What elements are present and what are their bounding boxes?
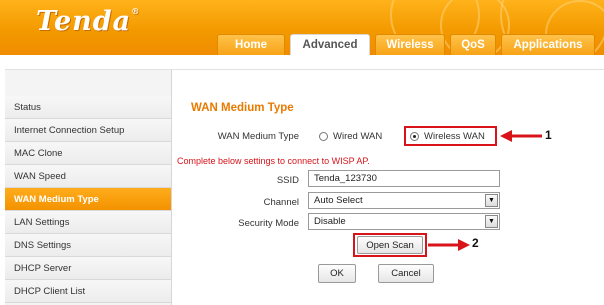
wireless-wan-radio[interactable] xyxy=(410,132,419,141)
cancel-button[interactable]: Cancel xyxy=(378,264,434,283)
callout-arrow-2 xyxy=(428,239,470,251)
channel-select-value: Auto Select xyxy=(314,195,363,206)
tab-qos[interactable]: QoS xyxy=(450,34,496,55)
callout-number-1: 1 xyxy=(545,128,552,142)
wired-wan-radio[interactable] xyxy=(319,132,328,141)
sidebar-item-dhcp-client-list[interactable]: DHCP Client List xyxy=(5,280,171,303)
main-nav-tabs: Home Advanced Wireless QoS Applications xyxy=(217,34,600,55)
sidebar-item-internet-connection-setup[interactable]: Internet Connection Setup xyxy=(5,119,171,142)
security-mode-label: Security Mode xyxy=(238,218,299,229)
security-mode-select[interactable]: Disable ▼ xyxy=(308,213,500,230)
tab-home[interactable]: Home xyxy=(217,34,285,55)
header-spacer xyxy=(0,55,604,69)
callout-number-2: 2 xyxy=(472,236,479,250)
wireless-wan-label: Wireless WAN xyxy=(424,131,485,142)
wan-medium-type-label: WAN Medium Type xyxy=(217,131,299,142)
router-admin-page: Tenda® Home Advanced Wireless QoS Applic… xyxy=(0,0,604,305)
sidebar-item-dhcp-server[interactable]: DHCP Server xyxy=(5,257,171,280)
main-content: WAN Medium Type WAN Medium Type Wired WA… xyxy=(172,69,604,305)
sidebar-item-wan-speed[interactable]: WAN Speed xyxy=(5,165,171,188)
security-mode-select-value: Disable xyxy=(314,216,346,227)
sidebar-item-wan-medium-type[interactable]: WAN Medium Type xyxy=(5,188,171,211)
chevron-down-icon[interactable]: ▼ xyxy=(485,215,498,228)
page-title: WAN Medium Type xyxy=(191,102,294,114)
sidebar-item-dns-settings[interactable]: DNS Settings xyxy=(5,234,171,257)
sidebar-item-status[interactable]: Status xyxy=(5,96,171,119)
callout-arrow-1 xyxy=(500,130,542,142)
tenda-logo: Tenda® xyxy=(36,6,141,37)
tab-applications[interactable]: Applications xyxy=(501,34,595,55)
tab-advanced[interactable]: Advanced xyxy=(290,34,370,55)
header-bar: Tenda® Home Advanced Wireless QoS Applic… xyxy=(0,0,604,55)
wired-wan-label: Wired WAN xyxy=(333,131,383,142)
ssid-input[interactable]: Tenda_123730 xyxy=(308,170,500,187)
sidebar-item-lan-settings[interactable]: LAN Settings xyxy=(5,211,171,234)
sidebar-item-mac-clone[interactable]: MAC Clone xyxy=(5,142,171,165)
ssid-label: SSID xyxy=(276,175,299,186)
wired-wan-option[interactable]: Wired WAN xyxy=(319,131,382,142)
wireless-wan-option[interactable]: Wireless WAN xyxy=(410,131,485,142)
channel-select[interactable]: Auto Select ▼ xyxy=(308,192,500,209)
channel-label: Channel xyxy=(263,197,299,208)
ok-button[interactable]: OK xyxy=(318,264,356,283)
sidebar: Status Internet Connection Setup MAC Clo… xyxy=(5,69,172,305)
tab-wireless[interactable]: Wireless xyxy=(375,34,445,55)
open-scan-button[interactable]: Open Scan xyxy=(357,236,423,254)
wisp-hint-text: Complete below settings to connect to WI… xyxy=(177,156,370,166)
chevron-down-icon[interactable]: ▼ xyxy=(485,194,498,207)
